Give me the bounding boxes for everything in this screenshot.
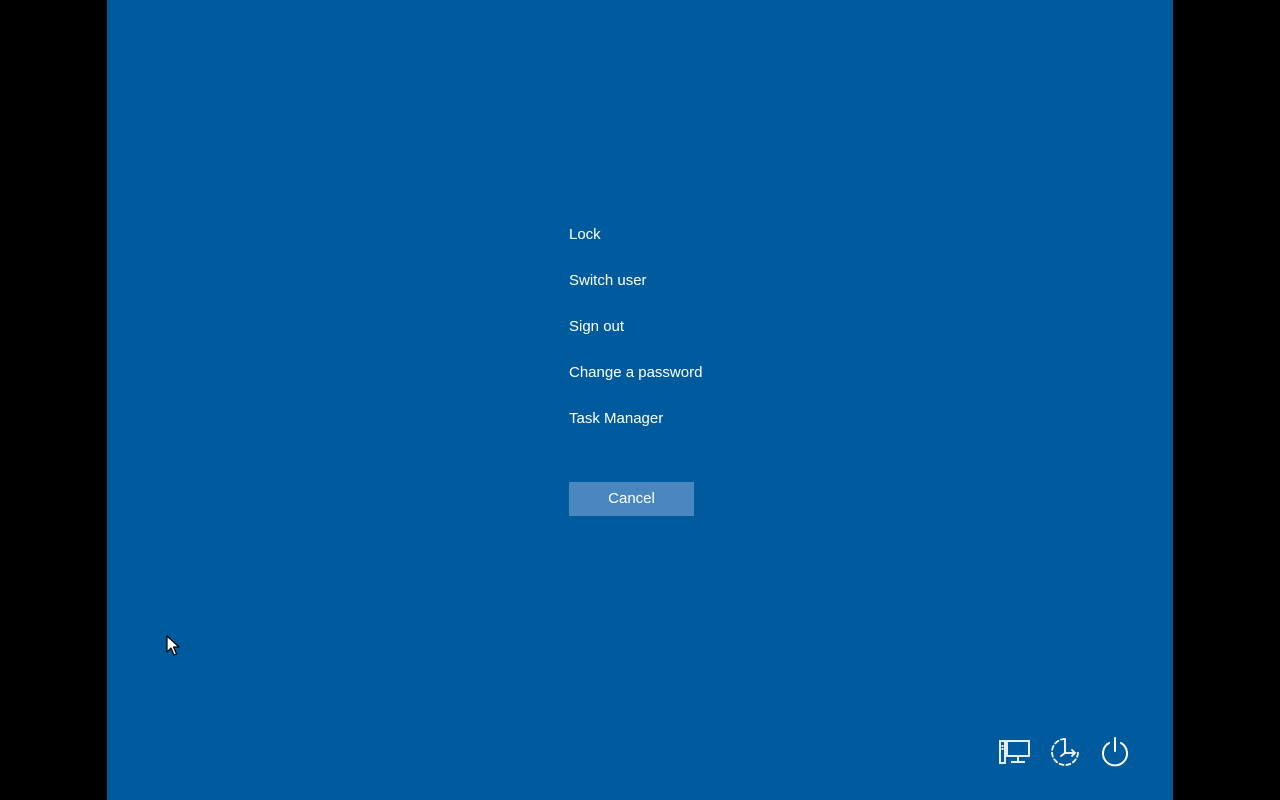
network-icon[interactable] <box>997 734 1033 770</box>
power-icon[interactable] <box>1097 734 1133 770</box>
menu-item-change-password[interactable]: Change a password <box>569 361 809 385</box>
cancel-button[interactable]: Cancel <box>569 482 694 516</box>
menu-item-sign-out[interactable]: Sign out <box>569 315 809 339</box>
menu-item-switch-user[interactable]: Switch user <box>569 269 809 293</box>
security-options-menu: Lock Switch user Sign out Change a passw… <box>569 223 809 453</box>
menu-item-task-manager[interactable]: Task Manager <box>569 407 809 431</box>
menu-item-lock[interactable]: Lock <box>569 223 809 247</box>
bottom-right-toolbar <box>997 734 1133 770</box>
ease-of-access-icon[interactable] <box>1047 734 1083 770</box>
mouse-cursor-icon <box>166 635 180 657</box>
secure-options-screen: Lock Switch user Sign out Change a passw… <box>107 0 1173 800</box>
